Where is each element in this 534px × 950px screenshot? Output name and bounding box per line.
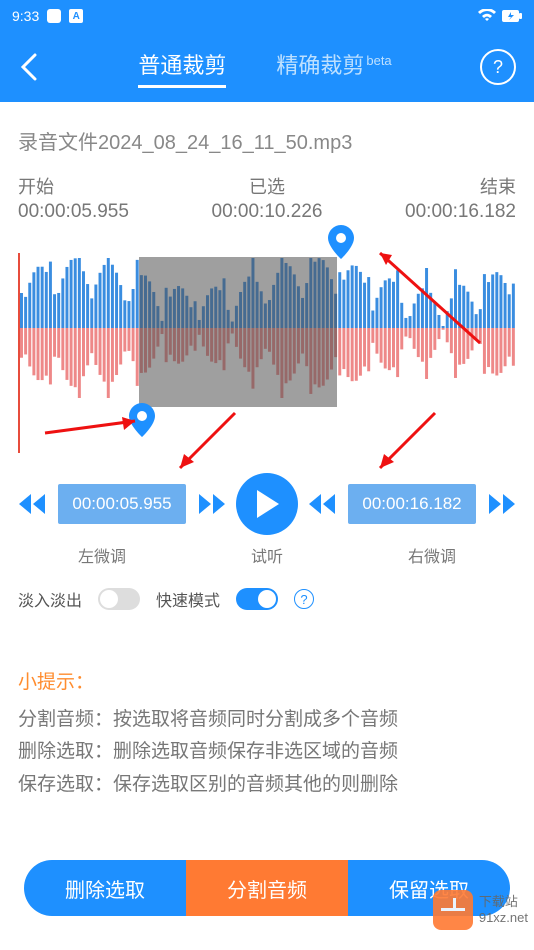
back-button[interactable] — [10, 47, 50, 87]
seek-forward-button[interactable] — [196, 489, 226, 519]
selected-time: 00:00:10.226 — [212, 201, 323, 223]
start-time: 00:00:05.955 — [18, 201, 129, 223]
tips-line: 分割音频：按选取将音频同时分割成多个音频 — [18, 704, 516, 736]
delete-selection-button[interactable]: 删除选取 — [24, 860, 186, 916]
tab-precise-trim[interactable]: 精确裁剪beta — [276, 48, 391, 86]
filename-label: 录音文件2024_08_24_16_11_50.mp3 — [18, 126, 516, 155]
waveform-display[interactable] — [18, 253, 516, 453]
tab-normal-trim[interactable]: 普通裁剪 — [138, 48, 226, 86]
selection-end-pin[interactable] — [328, 225, 354, 259]
fast-mode-toggle[interactable] — [236, 588, 278, 610]
left-fine-tune-label: 左微调 — [78, 543, 126, 567]
seek-forward-fast-button[interactable] — [486, 489, 516, 519]
playback-controls: 00:00:05.955 00:00:16.182 — [18, 473, 516, 535]
battery-icon — [502, 10, 522, 22]
tips-section: 小提示： 分割音频：按选取将音频同时分割成多个音频 删除选取：删除选取音频保存非… — [18, 667, 516, 801]
right-fine-tune-label: 右微调 — [408, 543, 456, 567]
app-header: 普通裁剪 精确裁剪beta ? — [0, 32, 534, 102]
status-time: 9:33 — [12, 8, 39, 24]
tips-line: 保存选取：保存选取区别的音频其他的则删除 — [18, 769, 516, 801]
selected-label: 已选 — [212, 173, 323, 199]
tab-precise-label: 精确裁剪 — [276, 53, 364, 78]
status-bar: 9:33 A — [0, 0, 534, 32]
fast-mode-label: 快速模式 — [156, 587, 220, 611]
fast-mode-info-button[interactable]: ? — [294, 589, 314, 609]
tips-title: 小提示： — [18, 667, 516, 694]
watermark-logo-icon — [433, 890, 473, 930]
seek-back-button[interactable] — [308, 489, 338, 519]
notification-a-icon: A — [69, 9, 83, 23]
watermark-url: 91xz.net — [479, 910, 528, 926]
wifi-icon — [478, 9, 496, 23]
start-label: 开始 — [18, 173, 129, 199]
seek-back-fast-button[interactable] — [18, 489, 48, 519]
selection-overlay — [139, 257, 337, 407]
play-label: 试听 — [251, 543, 283, 567]
time-info-row: 开始 00:00:05.955 已选 00:00:10.226 结束 00:00… — [18, 173, 516, 223]
end-label: 结束 — [405, 173, 516, 199]
fade-toggle[interactable] — [98, 588, 140, 610]
notification-dot-icon — [47, 9, 61, 23]
selection-start-pin[interactable] — [129, 403, 155, 437]
fade-toggle-label: 淡入淡出 — [18, 587, 82, 611]
tips-line: 删除选取：删除选取音频保存非选区域的音频 — [18, 736, 516, 768]
watermark-text: 下载站 — [479, 894, 528, 910]
end-time: 00:00:16.182 — [405, 201, 516, 223]
right-time-input[interactable]: 00:00:16.182 — [348, 484, 476, 524]
left-time-input[interactable]: 00:00:05.955 — [58, 484, 186, 524]
watermark: 下载站 91xz.net — [433, 890, 528, 930]
help-button[interactable]: ? — [480, 49, 516, 85]
play-button[interactable] — [236, 473, 298, 535]
split-audio-button[interactable]: 分割音频 — [186, 860, 348, 916]
annotation-arrow-icon — [170, 408, 250, 478]
annotation-arrow-icon — [370, 408, 450, 478]
beta-badge: beta — [366, 53, 391, 68]
